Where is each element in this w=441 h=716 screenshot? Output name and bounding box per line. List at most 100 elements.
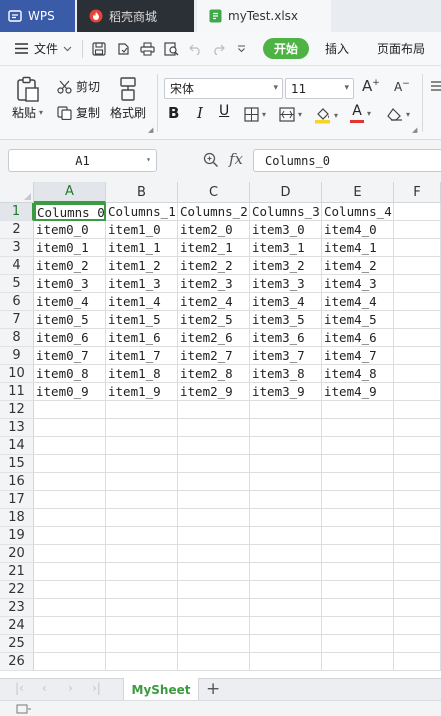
row-header[interactable]: 1	[0, 203, 34, 221]
quick-access-more-icon[interactable]	[237, 44, 246, 53]
grid-cell[interactable]: item4_5	[322, 311, 394, 329]
grid-cell[interactable]	[394, 473, 441, 491]
file-menu[interactable]: 文件	[15, 32, 72, 66]
grid-cell[interactable]: item4_1	[322, 239, 394, 257]
grid-cell[interactable]	[394, 617, 441, 635]
grid-cell[interactable]: item0_3	[34, 275, 106, 293]
grid-cell[interactable]: item1_7	[106, 347, 178, 365]
grid-cell[interactable]	[178, 401, 250, 419]
grid-cell[interactable]	[394, 365, 441, 383]
grid-cell[interactable]	[250, 617, 322, 635]
grid-cell[interactable]: item4_8	[322, 365, 394, 383]
row-header[interactable]: 21	[0, 563, 34, 581]
grid-cell[interactable]	[34, 455, 106, 473]
grid-cell[interactable]	[322, 527, 394, 545]
active-cell[interactable]: Columns_0	[34, 203, 106, 221]
grid-cell[interactable]	[106, 527, 178, 545]
grid-cell[interactable]	[106, 419, 178, 437]
grid-cell[interactable]: item2_3	[178, 275, 250, 293]
grid-cell[interactable]: item2_4	[178, 293, 250, 311]
grid-cell[interactable]: item0_9	[34, 383, 106, 401]
row-header[interactable]: 9	[0, 347, 34, 365]
grid-cell[interactable]: item3_3	[250, 275, 322, 293]
grid-cell[interactable]: item3_7	[250, 347, 322, 365]
grid-cell[interactable]: item3_2	[250, 257, 322, 275]
grid-cell[interactable]	[394, 491, 441, 509]
grid-cell[interactable]	[178, 635, 250, 653]
grid-cell[interactable]	[178, 599, 250, 617]
grid-cell[interactable]: item0_6	[34, 329, 106, 347]
font-name-select[interactable]: 宋体 ▾	[164, 78, 283, 99]
grid-cell[interactable]	[250, 491, 322, 509]
border-icon[interactable]: ▾	[244, 107, 266, 122]
grid-cell[interactable]	[394, 563, 441, 581]
clipboard-group-launcher-icon[interactable]: ◢	[148, 126, 153, 134]
grid-cell[interactable]	[178, 653, 250, 671]
row-header[interactable]: 19	[0, 527, 34, 545]
grid-cell[interactable]	[394, 599, 441, 617]
row-header[interactable]: 11	[0, 383, 34, 401]
row-header[interactable]: 3	[0, 239, 34, 257]
grid-cell[interactable]: item1_2	[106, 257, 178, 275]
grid-cell[interactable]	[322, 581, 394, 599]
grid-cell[interactable]: Columns_4	[322, 203, 394, 221]
grid-cell[interactable]	[394, 311, 441, 329]
grid-cell[interactable]	[394, 221, 441, 239]
last-sheet-icon[interactable]: ›|	[92, 681, 101, 695]
grid-cell[interactable]: item2_6	[178, 329, 250, 347]
tab-store[interactable]: 稻壳商城	[77, 0, 194, 32]
column-header-e[interactable]: E	[322, 182, 394, 203]
grid-cell[interactable]: item2_0	[178, 221, 250, 239]
row-header[interactable]: 4	[0, 257, 34, 275]
grid-cell[interactable]: item1_6	[106, 329, 178, 347]
grid-cell[interactable]: item2_9	[178, 383, 250, 401]
grid-cell[interactable]	[34, 473, 106, 491]
font-size-select[interactable]: 11 ▾	[285, 78, 354, 99]
grid-cell[interactable]	[394, 653, 441, 671]
grid-cell[interactable]: item0_4	[34, 293, 106, 311]
grid-cell[interactable]	[394, 545, 441, 563]
function-icon[interactable]: fx	[229, 150, 243, 168]
decrease-font-size-icon[interactable]: A−	[394, 79, 410, 94]
prev-sheet-icon[interactable]: ‹	[42, 681, 47, 695]
grid-cell[interactable]	[250, 527, 322, 545]
tab-insert[interactable]: 插入	[309, 40, 361, 57]
row-header[interactable]: 20	[0, 545, 34, 563]
grid-cell[interactable]	[394, 203, 441, 221]
copy-button[interactable]: 复制	[57, 104, 100, 121]
row-header[interactable]: 15	[0, 455, 34, 473]
grid-cell[interactable]: item3_9	[250, 383, 322, 401]
clear-format-icon[interactable]: ▾	[386, 107, 410, 122]
zoom-icon[interactable]	[203, 152, 219, 168]
grid-cell[interactable]	[250, 437, 322, 455]
grid-cell[interactable]	[34, 509, 106, 527]
fill-color-icon[interactable]: ▾	[314, 106, 338, 124]
grid-cell[interactable]	[106, 617, 178, 635]
grid-cell[interactable]: item0_1	[34, 239, 106, 257]
name-box[interactable]: A1 ▾	[8, 149, 157, 172]
row-header[interactable]: 7	[0, 311, 34, 329]
row-header[interactable]: 23	[0, 599, 34, 617]
save-icon[interactable]	[92, 41, 106, 56]
export-icon[interactable]	[116, 42, 130, 56]
grid-cell[interactable]: Columns_3	[250, 203, 322, 221]
paste-button[interactable]: 粘贴 ▾	[12, 76, 43, 121]
row-header[interactable]: 18	[0, 509, 34, 527]
grid-cell[interactable]: item4_9	[322, 383, 394, 401]
grid-cell[interactable]	[322, 635, 394, 653]
grid-cell[interactable]	[34, 563, 106, 581]
row-header[interactable]: 10	[0, 365, 34, 383]
grid-cell[interactable]	[106, 599, 178, 617]
grid-cell[interactable]	[394, 383, 441, 401]
grid-cell[interactable]: item2_2	[178, 257, 250, 275]
row-header[interactable]: 2	[0, 221, 34, 239]
spreadsheet-grid[interactable]: A B C D E F 1 Columns_0 Columns_1 Columns_2 Column…	[0, 182, 441, 678]
grid-cell[interactable]: item1_0	[106, 221, 178, 239]
grid-cell[interactable]	[322, 653, 394, 671]
font-group-launcher-icon[interactable]: ◢	[412, 126, 417, 134]
row-header[interactable]: 13	[0, 419, 34, 437]
grid-cell[interactable]	[178, 473, 250, 491]
grid-cell[interactable]	[34, 545, 106, 563]
row-header[interactable]: 6	[0, 293, 34, 311]
add-sheet-button[interactable]: +	[206, 679, 220, 699]
